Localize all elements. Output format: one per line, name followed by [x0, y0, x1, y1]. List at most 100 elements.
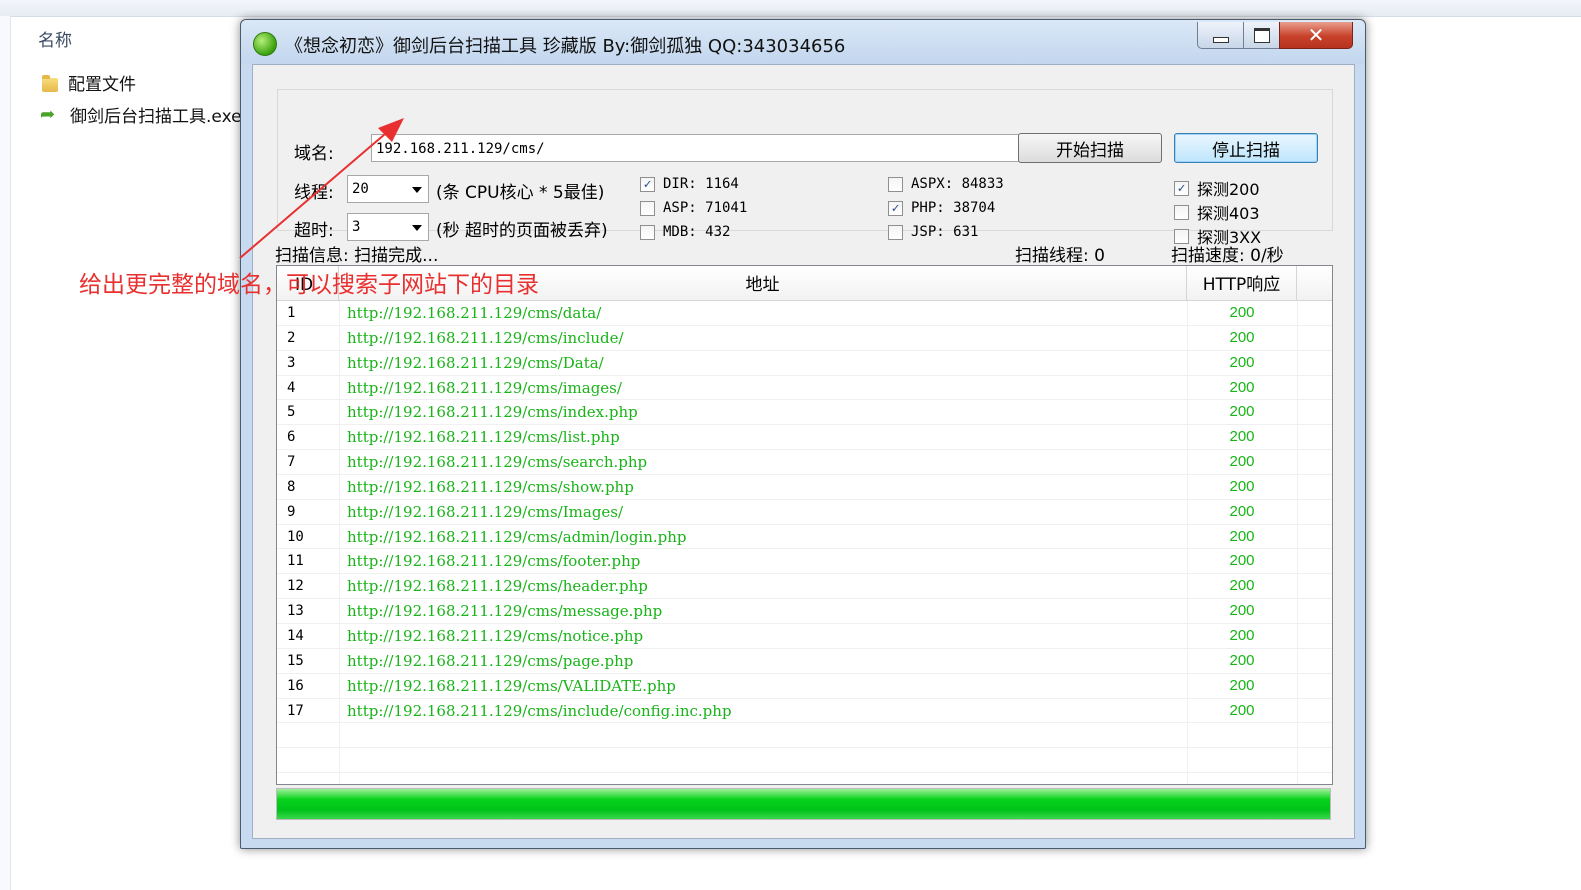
- cell-id: 17: [287, 702, 304, 719]
- checkbox-box[interactable]: ✓: [640, 176, 655, 192]
- cell-id: 9: [287, 503, 296, 520]
- stop-scan-button[interactable]: 停止扫描: [1174, 133, 1318, 163]
- checkbox-jsp[interactable]: JSP: 631: [888, 224, 978, 240]
- cell-http-code: 200: [1229, 477, 1255, 495]
- checkbox-box[interactable]: [640, 224, 655, 240]
- cell-address: http://192.168.211.129/cms/search.php: [347, 453, 648, 472]
- cell-address: http://192.168.211.129/cms/message.php: [347, 602, 663, 621]
- explorer-item-label: 配置文件: [68, 75, 136, 95]
- cell-address: http://192.168.211.129/cms/data/: [347, 304, 602, 322]
- checkbox-box[interactable]: ✓: [1174, 180, 1189, 196]
- minimize-button[interactable]: [1197, 22, 1245, 49]
- cell-id: 10: [287, 528, 304, 545]
- timeout-value: 3: [352, 219, 361, 235]
- cell-http-code: 200: [1229, 502, 1255, 520]
- explorer-nav-pane: [0, 16, 11, 890]
- threads-combo[interactable]: 20: [347, 175, 429, 203]
- timeout-combo[interactable]: 3: [347, 213, 429, 241]
- cell-address: http://192.168.211.129/cms/include/confi…: [347, 701, 732, 720]
- close-button[interactable]: ✕: [1279, 22, 1353, 49]
- table-row[interactable]: 5 http://192.168.211.129/cms/index.php 200: [277, 400, 1332, 426]
- cell-id: 14: [287, 627, 304, 644]
- table-row[interactable]: 1 http://192.168.211.129/cms/data/200: [277, 301, 1332, 326]
- cell-address: http://192.168.211.129/cms/page.php: [347, 651, 634, 670]
- cell-id: 4: [287, 379, 296, 396]
- checkbox-box[interactable]: [1174, 204, 1189, 220]
- checkbox-box[interactable]: [888, 224, 903, 240]
- table-row[interactable]: 2 http://192.168.211.129/cms/include/200: [277, 326, 1332, 351]
- checkbox-aspx[interactable]: ASPX: 84833: [888, 176, 1004, 192]
- domain-label: 域名:: [294, 144, 334, 164]
- cell-http-code: 200: [1229, 353, 1255, 371]
- settings-panel: 域名: 192.168.211.129/cms/ 开始扫描 停止扫描 线程: 2…: [277, 89, 1333, 247]
- cell-http-code: 200: [1229, 328, 1255, 346]
- cell-id: 1: [287, 305, 296, 321]
- scanner-window: 《想念初恋》御剑后台扫描工具 珍藏版 By:御剑孤独 QQ:343034656 …: [240, 19, 1366, 849]
- cell-http-code: 200: [1229, 701, 1255, 719]
- folder-icon: [40, 74, 60, 92]
- table-row[interactable]: 7 http://192.168.211.129/cms/search.php 20…: [277, 450, 1332, 475]
- progress-fill: [277, 789, 1330, 819]
- explorer-item-config-folder[interactable]: 配置文件: [40, 70, 136, 95]
- chevron-down-icon[interactable]: [412, 187, 422, 193]
- table-row[interactable]: 3 http://192.168.211.129/cms/Data/200: [277, 351, 1332, 376]
- table-row[interactable]: [277, 723, 1332, 749]
- cell-http-code: 200: [1229, 552, 1255, 570]
- title-bar[interactable]: 《想念初恋》御剑后台扫描工具 珍藏版 By:御剑孤独 QQ:343034656 …: [241, 20, 1365, 64]
- cell-address: http://192.168.211.129/cms/show.php: [347, 477, 634, 496]
- timeout-label: 超时:: [294, 221, 334, 241]
- table-row[interactable]: 16 http://192.168.211.129/cms/VALIDATE.ph…: [277, 674, 1332, 699]
- start-scan-button[interactable]: 开始扫描: [1018, 133, 1162, 163]
- checkbox-probe-403[interactable]: 探测403: [1174, 200, 1260, 224]
- table-row[interactable]: [277, 748, 1332, 774]
- cell-http-code: 200: [1229, 403, 1255, 421]
- results-list[interactable]: ID 地址 HTTP响应 1 http://192.168.211.129/cms…: [276, 265, 1333, 785]
- checkbox-box[interactable]: [888, 176, 903, 192]
- scan-threads: 扫描线程: 0: [1015, 246, 1105, 266]
- explorer-item-exe[interactable]: ➦ 御剑后台扫描工具.exe: [40, 102, 242, 127]
- checkbox-probe-200[interactable]: ✓ 探测200: [1174, 176, 1260, 200]
- table-row[interactable]: 12 http://192.168.211.129/cms/header.php 2…: [277, 574, 1332, 600]
- cell-id: 16: [287, 677, 304, 694]
- checkbox-box[interactable]: ✓: [888, 200, 903, 216]
- close-icon: ✕: [1307, 23, 1325, 47]
- checkbox-dir[interactable]: ✓ DIR: 1164: [640, 176, 739, 192]
- checkbox-php[interactable]: ✓ PHP: 38704: [888, 200, 995, 216]
- scan-speed: 扫描速度: 0/秒: [1171, 246, 1284, 266]
- table-row[interactable]: 13 http://192.168.211.129/cms/message.php…: [277, 599, 1332, 624]
- cell-http-code: 200: [1229, 651, 1255, 669]
- explorer-toolbar: [0, 0, 1581, 17]
- maximize-icon: [1254, 27, 1270, 43]
- column-http-response[interactable]: HTTP响应: [1187, 266, 1297, 300]
- cell-id: 13: [287, 603, 304, 620]
- table-row[interactable]: 6 http://192.168.211.129/cms/list.php 200: [277, 425, 1332, 451]
- table-row[interactable]: 15 http://192.168.211.129/cms/page.php 200: [277, 649, 1332, 674]
- cell-id: 2: [287, 329, 296, 346]
- cell-id: 11: [287, 553, 304, 570]
- table-row[interactable]: 10 http://192.168.211.129/cms/admin/login…: [277, 525, 1332, 550]
- table-row[interactable]: 17 http://192.168.211.129/cms/include/con…: [277, 699, 1332, 724]
- cell-http-code: 200: [1229, 577, 1255, 595]
- maximize-button[interactable]: [1243, 22, 1281, 49]
- table-row[interactable]: 9 http://192.168.211.129/cms/Images/200: [277, 500, 1332, 525]
- table-row[interactable]: 4 http://192.168.211.129/cms/images/200: [277, 376, 1332, 401]
- app-icon: [253, 32, 277, 56]
- client-area: 域名: 192.168.211.129/cms/ 开始扫描 停止扫描 线程: 2…: [252, 64, 1355, 839]
- table-row[interactable]: 11 http://192.168.211.129/cms/footer.php 2…: [277, 549, 1332, 575]
- cell-id: 15: [287, 652, 304, 669]
- explorer-column-name[interactable]: 名称: [38, 26, 72, 51]
- scan-progress-bar: [276, 788, 1331, 820]
- window-title: 《想念初恋》御剑后台扫描工具 珍藏版 By:御剑孤独 QQ:343034656: [285, 36, 846, 57]
- checkbox-asp[interactable]: ASP: 71041: [640, 200, 747, 216]
- cell-address: http://192.168.211.129/cms/include/: [347, 328, 624, 347]
- table-row[interactable]: 8 http://192.168.211.129/cms/show.php 200: [277, 475, 1332, 500]
- scan-info: 扫描信息: 扫描完成...: [275, 246, 439, 266]
- cell-http-code: 200: [1229, 453, 1255, 471]
- checkbox-mdb[interactable]: MDB: 432: [640, 224, 730, 240]
- cell-address: http://192.168.211.129/cms/Images/: [347, 502, 624, 521]
- table-row[interactable]: 14 http://192.168.211.129/cms/notice.php 2…: [277, 624, 1332, 649]
- chevron-down-icon[interactable]: [412, 225, 422, 231]
- domain-input[interactable]: 192.168.211.129/cms/: [371, 134, 1029, 162]
- checkbox-box[interactable]: [640, 200, 655, 216]
- table-row[interactable]: [277, 773, 1332, 784]
